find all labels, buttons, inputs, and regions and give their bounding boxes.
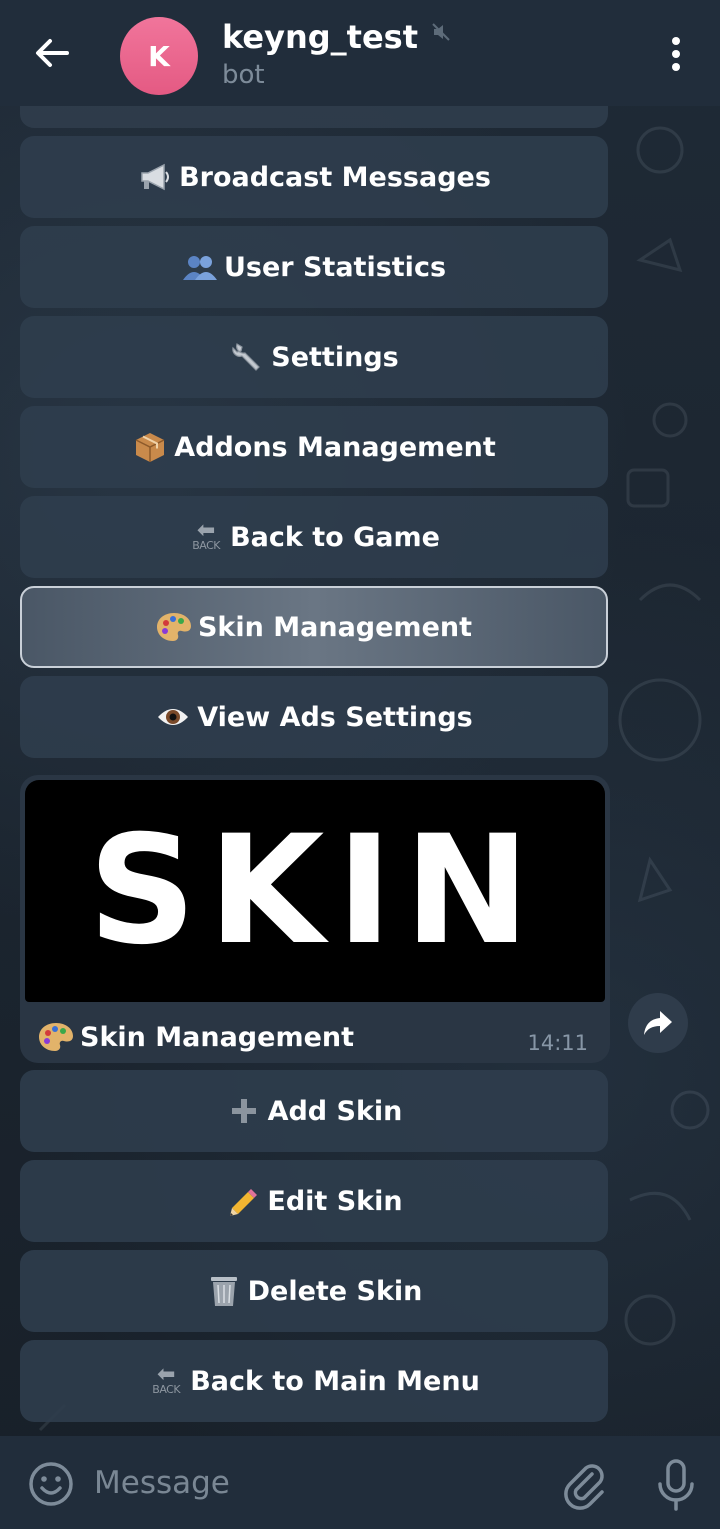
view-ads-settings-label: View Ads Settings — [197, 701, 473, 733]
broadcast-messages-label: Broadcast Messages — [179, 161, 491, 193]
paperclip-icon — [564, 1464, 604, 1510]
delete-skin-button[interactable]: Delete Skin — [20, 1250, 608, 1332]
skin-image[interactable]: SKIN — [25, 780, 605, 1002]
avatar-letter: K — [148, 39, 170, 73]
plus-icon — [226, 1093, 262, 1129]
edit-skin-label: Edit Skin — [267, 1185, 403, 1217]
message-caption: Skin Management — [38, 1019, 354, 1055]
wrench-icon — [229, 339, 265, 375]
back-button[interactable] — [26, 30, 78, 76]
view-ads-settings-button[interactable]: View Ads Settings — [20, 676, 608, 758]
addons-management-label: Addons Management — [174, 431, 496, 463]
muted-speaker-icon — [431, 22, 451, 46]
add-skin-label: Add Skin — [267, 1095, 403, 1127]
more-menu-button[interactable] — [660, 32, 692, 76]
attach-button[interactable] — [562, 1460, 608, 1510]
palette-icon — [156, 609, 192, 645]
message-input-bar — [0, 1436, 720, 1529]
add-skin-button[interactable]: Add Skin — [20, 1070, 608, 1152]
message-time: 14:11 — [527, 1031, 588, 1055]
more-vertical-icon — [672, 37, 680, 71]
skin-management-label: Skin Management — [197, 611, 473, 643]
back-to-main-menu-button[interactable]: ⬅ BACK Back to Main Menu — [20, 1340, 608, 1422]
eye-icon — [155, 699, 191, 735]
chat-subtitle: bot — [222, 60, 265, 90]
package-icon — [132, 429, 168, 465]
back-to-main-menu-label: Back to Main Menu — [190, 1365, 480, 1397]
forward-arrow-icon — [644, 1011, 672, 1035]
message-input[interactable] — [94, 1458, 534, 1508]
photo-message[interactable]: SKIN Skin Management 14:11 — [20, 775, 610, 1063]
megaphone-icon — [137, 159, 173, 195]
settings-label: Settings — [271, 341, 399, 373]
chat-header: K keyng_test bot — [0, 0, 720, 106]
delete-skin-label: Delete Skin — [247, 1275, 423, 1307]
broadcast-messages-button[interactable]: Broadcast Messages — [20, 136, 608, 218]
settings-button[interactable]: Settings — [20, 316, 608, 398]
arrow-left-icon — [36, 39, 69, 67]
user-statistics-button[interactable]: User Statistics — [20, 226, 608, 308]
back-to-game-label: Back to Game — [230, 521, 440, 553]
smiley-icon — [29, 1462, 73, 1506]
user-statistics-label: User Statistics — [223, 251, 447, 283]
pencil-icon — [225, 1183, 261, 1219]
chat-title-area[interactable]: keyng_test bot — [222, 18, 451, 90]
users-icon — [182, 249, 218, 285]
edit-skin-button[interactable]: Edit Skin — [20, 1160, 608, 1242]
back-to-game-button[interactable]: ⬅ BACK Back to Game — [20, 496, 608, 578]
emoji-button[interactable] — [28, 1461, 74, 1507]
microphone-button[interactable] — [654, 1458, 698, 1512]
back-arrow-icon: ⬅ BACK — [192, 518, 220, 552]
palette-icon — [38, 1019, 74, 1055]
skin-management-button[interactable]: Skin Management — [20, 586, 608, 668]
microphone-icon — [658, 1459, 694, 1511]
avatar[interactable]: K — [120, 17, 198, 95]
forward-button[interactable] — [628, 993, 688, 1053]
wastebasket-icon — [206, 1273, 242, 1309]
skin-image-text: SKIN — [88, 804, 542, 978]
addons-management-button[interactable]: Addons Management — [20, 406, 608, 488]
chat-title: keyng_test — [222, 18, 419, 56]
message-caption-text: Skin Management — [80, 1021, 355, 1053]
back-arrow-icon: ⬅ BACK — [152, 1362, 181, 1396]
